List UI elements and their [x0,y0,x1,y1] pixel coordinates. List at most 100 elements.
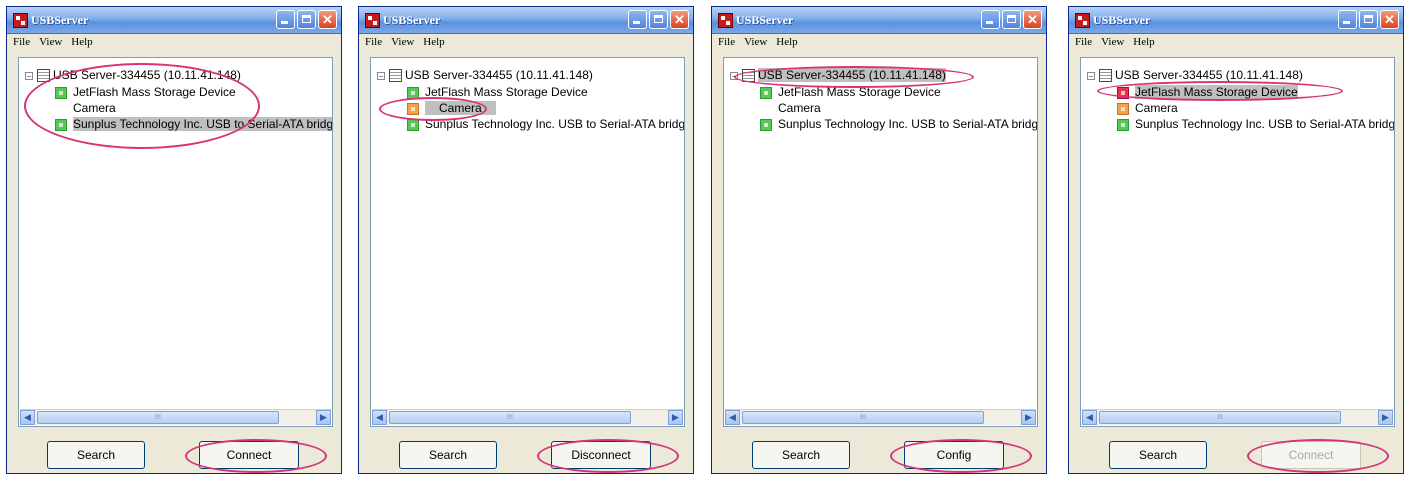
device-tree[interactable]: − USB Server-334455 (10.11.41.148) JetFla… [18,57,333,427]
maximize-button[interactable] [1359,10,1378,29]
menu-file[interactable]: File [365,36,382,48]
device-status-icon [55,86,67,99]
device-node[interactable]: Sunplus Technology Inc. USB to Serial-AT… [760,116,1037,132]
scroll-left-arrow-icon[interactable]: ◀ [1082,410,1097,425]
title-bar[interactable]: USBServer ✕ [712,7,1046,34]
window-title: USBServer [31,13,89,27]
device-status-icon [407,102,419,115]
config-button[interactable]: Config [904,441,1004,469]
connect-button[interactable]: Connect [199,441,299,469]
menu-view[interactable]: View [1101,36,1124,48]
menu-view[interactable]: View [39,36,62,48]
device-tree[interactable]: − USB Server-334455 (10.11.41.148) JetFla… [1080,57,1395,427]
search-button[interactable]: Search [1109,441,1207,469]
scroll-right-arrow-icon[interactable]: ▶ [668,410,683,425]
device-label: Camera [778,101,821,115]
horizontal-scrollbar[interactable]: ◀ III ▶ [1082,409,1393,425]
scroll-right-arrow-icon[interactable]: ▶ [1378,410,1393,425]
device-node[interactable]: Camera [1117,100,1178,116]
device-label: Camera [73,101,116,115]
minimize-button[interactable] [276,10,295,29]
scroll-left-arrow-icon[interactable]: ◀ [20,410,35,425]
scrollbar-thumb[interactable]: III [1099,411,1341,424]
menu-file[interactable]: File [1075,36,1092,48]
close-button[interactable]: ✕ [1380,10,1399,29]
device-status-icon [1117,118,1129,131]
scroll-left-arrow-icon[interactable]: ◀ [372,410,387,425]
app-icon [365,13,380,28]
scrollbar-thumb[interactable]: III [742,411,984,424]
window-title: USBServer [383,13,441,27]
scrollbar-thumb[interactable]: III [389,411,631,424]
collapse-toggle-icon[interactable]: − [730,71,738,80]
close-button[interactable]: ✕ [1023,10,1042,29]
device-node[interactable]: Sunplus Technology Inc. USB to Serial-AT… [1117,116,1395,132]
device-tree[interactable]: − USB Server-334455 (10.11.41.148) JetFla… [723,57,1038,427]
search-button[interactable]: Search [47,441,145,469]
collapse-toggle-icon[interactable]: − [25,71,33,80]
menu-file[interactable]: File [718,36,735,48]
device-node[interactable]: Sunplus Technology Inc. USB to Serial-AT… [55,116,332,132]
device-label: Sunplus Technology Inc. USB to Serial-AT… [73,117,332,131]
server-node[interactable]: − USB Server-334455 (10.11.41.148) [377,67,593,83]
connect-button[interactable]: Connect [1261,441,1361,469]
title-bar[interactable]: USBServer ✕ [359,7,693,34]
device-status-icon [760,86,772,99]
device-status-icon [407,86,419,99]
horizontal-scrollbar[interactable]: ◀ III ▶ [372,409,683,425]
scroll-left-arrow-icon[interactable]: ◀ [725,410,740,425]
device-label: Sunplus Technology Inc. USB to Serial-AT… [1135,117,1395,131]
device-node[interactable]: JetFlash Mass Storage Device [55,84,236,100]
menu-help[interactable]: Help [71,36,92,48]
search-button[interactable]: Search [752,441,850,469]
close-button[interactable]: ✕ [318,10,337,29]
usbserver-window-2: USBServer ✕ File View Help − USB Server-334… [358,6,694,474]
server-label: USB Server-334455 (10.11.41.148) [758,68,946,82]
search-button[interactable]: Search [399,441,497,469]
scrollbar-thumb[interactable]: III [37,411,279,424]
collapse-toggle-icon[interactable]: − [1087,71,1095,80]
title-bar[interactable]: USBServer ✕ [1069,7,1403,34]
server-node[interactable]: − USB Server-334455 (10.11.41.148) [1087,67,1303,83]
disconnect-button[interactable]: Disconnect [551,441,651,469]
maximize-button[interactable] [297,10,316,29]
server-node[interactable]: − USB Server-334455 (10.11.41.148) [25,67,241,83]
device-label: JetFlash Mass Storage Device [1135,85,1298,99]
server-node[interactable]: − USB Server-334455 (10.11.41.148) [730,67,946,83]
device-tree[interactable]: − USB Server-334455 (10.11.41.148) JetFla… [370,57,685,427]
close-button[interactable]: ✕ [670,10,689,29]
menu-view[interactable]: View [391,36,414,48]
minimize-button[interactable] [1338,10,1357,29]
menu-file[interactable]: File [13,36,30,48]
scroll-right-arrow-icon[interactable]: ▶ [1021,410,1036,425]
device-node[interactable]: Camera [55,100,116,116]
app-icon [13,13,28,28]
server-icon [742,69,755,83]
menu-help[interactable]: Help [1133,36,1154,48]
minimize-button[interactable] [981,10,1000,29]
minimize-button[interactable] [628,10,647,29]
device-node[interactable]: JetFlash Mass Storage Device [760,84,941,100]
horizontal-scrollbar[interactable]: ◀ III ▶ [20,409,331,425]
device-label: Camera [425,101,496,115]
menu-help[interactable]: Help [776,36,797,48]
device-status-icon [1117,86,1129,99]
maximize-button[interactable] [1002,10,1021,29]
title-bar[interactable]: USBServer ✕ [7,7,341,34]
maximize-button[interactable] [649,10,668,29]
menu-bar: File View Help [1071,36,1160,52]
app-icon [718,13,733,28]
collapse-toggle-icon[interactable]: − [377,71,385,80]
menu-help[interactable]: Help [423,36,444,48]
menu-bar: File View Help [361,36,450,52]
scroll-right-arrow-icon[interactable]: ▶ [316,410,331,425]
device-node[interactable]: Sunplus Technology Inc. USB to Serial-AT… [407,116,684,132]
device-node[interactable]: JetFlash Mass Storage Device [407,84,588,100]
device-node[interactable]: Camera [760,100,821,116]
horizontal-scrollbar[interactable]: ◀ III ▶ [725,409,1036,425]
menu-view[interactable]: View [744,36,767,48]
app-icon [1075,13,1090,28]
server-icon [37,69,50,83]
device-node[interactable]: Camera [407,100,496,116]
device-node[interactable]: JetFlash Mass Storage Device [1117,84,1298,100]
